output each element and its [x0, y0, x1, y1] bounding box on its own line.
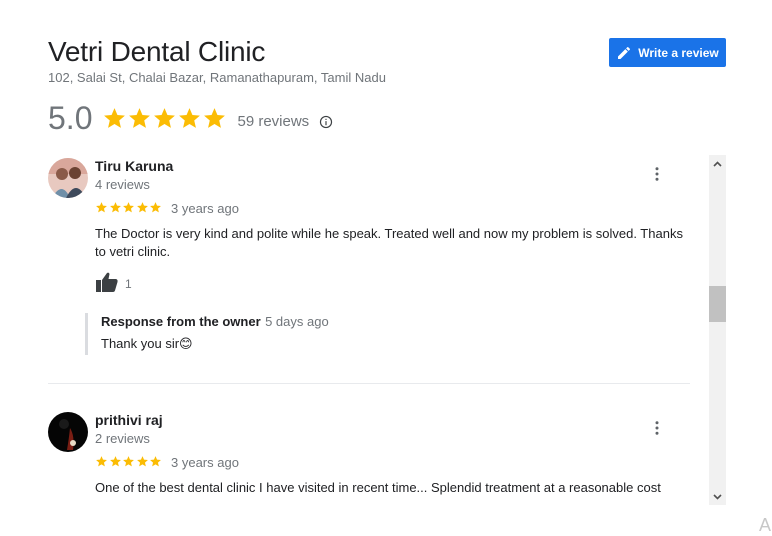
avatar[interactable] — [48, 158, 88, 198]
review-text: The Doctor is very kind and polite while… — [95, 226, 683, 259]
chevron-down-icon — [713, 493, 722, 500]
reviewer-review-count: 4 reviews — [95, 177, 150, 192]
rating-value: 5.0 — [48, 100, 93, 136]
owner-response-date: 5 days ago — [265, 314, 329, 329]
pencil-icon — [618, 46, 631, 59]
chevron-up-icon — [713, 160, 722, 167]
review-text: One of the best dental clinic I have vis… — [95, 480, 661, 495]
write-review-button[interactable]: Write a review — [609, 38, 726, 67]
scroll-up-button[interactable] — [709, 155, 726, 172]
star-icon — [150, 202, 161, 213]
thumbs-up-icon[interactable] — [95, 271, 119, 293]
star-icon — [109, 456, 121, 467]
star-icon — [104, 108, 126, 128]
reviewer-review-count: 2 reviews — [95, 431, 150, 446]
star-icon — [123, 456, 134, 467]
star-icon — [96, 456, 107, 467]
owner-response-label: Response from the owner — [101, 314, 261, 329]
star-icon — [150, 456, 161, 467]
rating-stars — [102, 106, 227, 131]
more-options-icon[interactable] — [648, 419, 666, 437]
reviews-list[interactable]: Tiru Karuna 4 reviews 3 years ago The Do… — [48, 155, 690, 505]
business-name: Vetri Dental Clinic — [48, 36, 266, 67]
star-icon — [136, 202, 148, 213]
star-icon — [179, 108, 201, 128]
reviewer-name[interactable]: Tiru Karuna — [95, 158, 173, 174]
more-options-icon[interactable] — [648, 165, 666, 183]
owner-response-text: Thank you sir😊 — [101, 336, 193, 351]
reviewer-name[interactable]: prithivi raj — [95, 412, 163, 428]
scroll-down-button[interactable] — [709, 488, 726, 505]
star-icon — [204, 108, 226, 128]
avatar[interactable] — [48, 412, 88, 452]
scroll-thumb[interactable] — [709, 286, 726, 322]
star-icon — [136, 456, 148, 467]
star-icon — [123, 202, 134, 213]
like-count: 1 — [125, 277, 132, 291]
owner-response: Response from the owner 5 days ago Thank… — [85, 313, 501, 355]
write-review-label: Write a review — [638, 45, 719, 60]
star-icon — [96, 202, 107, 213]
info-icon[interactable] — [319, 115, 333, 129]
review-stars — [95, 455, 163, 468]
review-count[interactable]: 59 reviews — [237, 113, 309, 130]
business-address: 102, Salai St, Chalai Bazar, Ramanathapu… — [48, 70, 386, 85]
review-date: 3 years ago — [171, 201, 239, 216]
review-date: 3 years ago — [171, 455, 239, 470]
review-divider — [48, 383, 690, 384]
scrollbar[interactable] — [709, 155, 726, 505]
overall-rating: 5.0 59 reviews — [48, 100, 333, 137]
review-stars — [95, 201, 163, 214]
star-icon — [109, 202, 121, 213]
star-icon — [154, 108, 176, 128]
corner-glyph: A — [759, 515, 772, 535]
star-icon — [129, 108, 151, 128]
